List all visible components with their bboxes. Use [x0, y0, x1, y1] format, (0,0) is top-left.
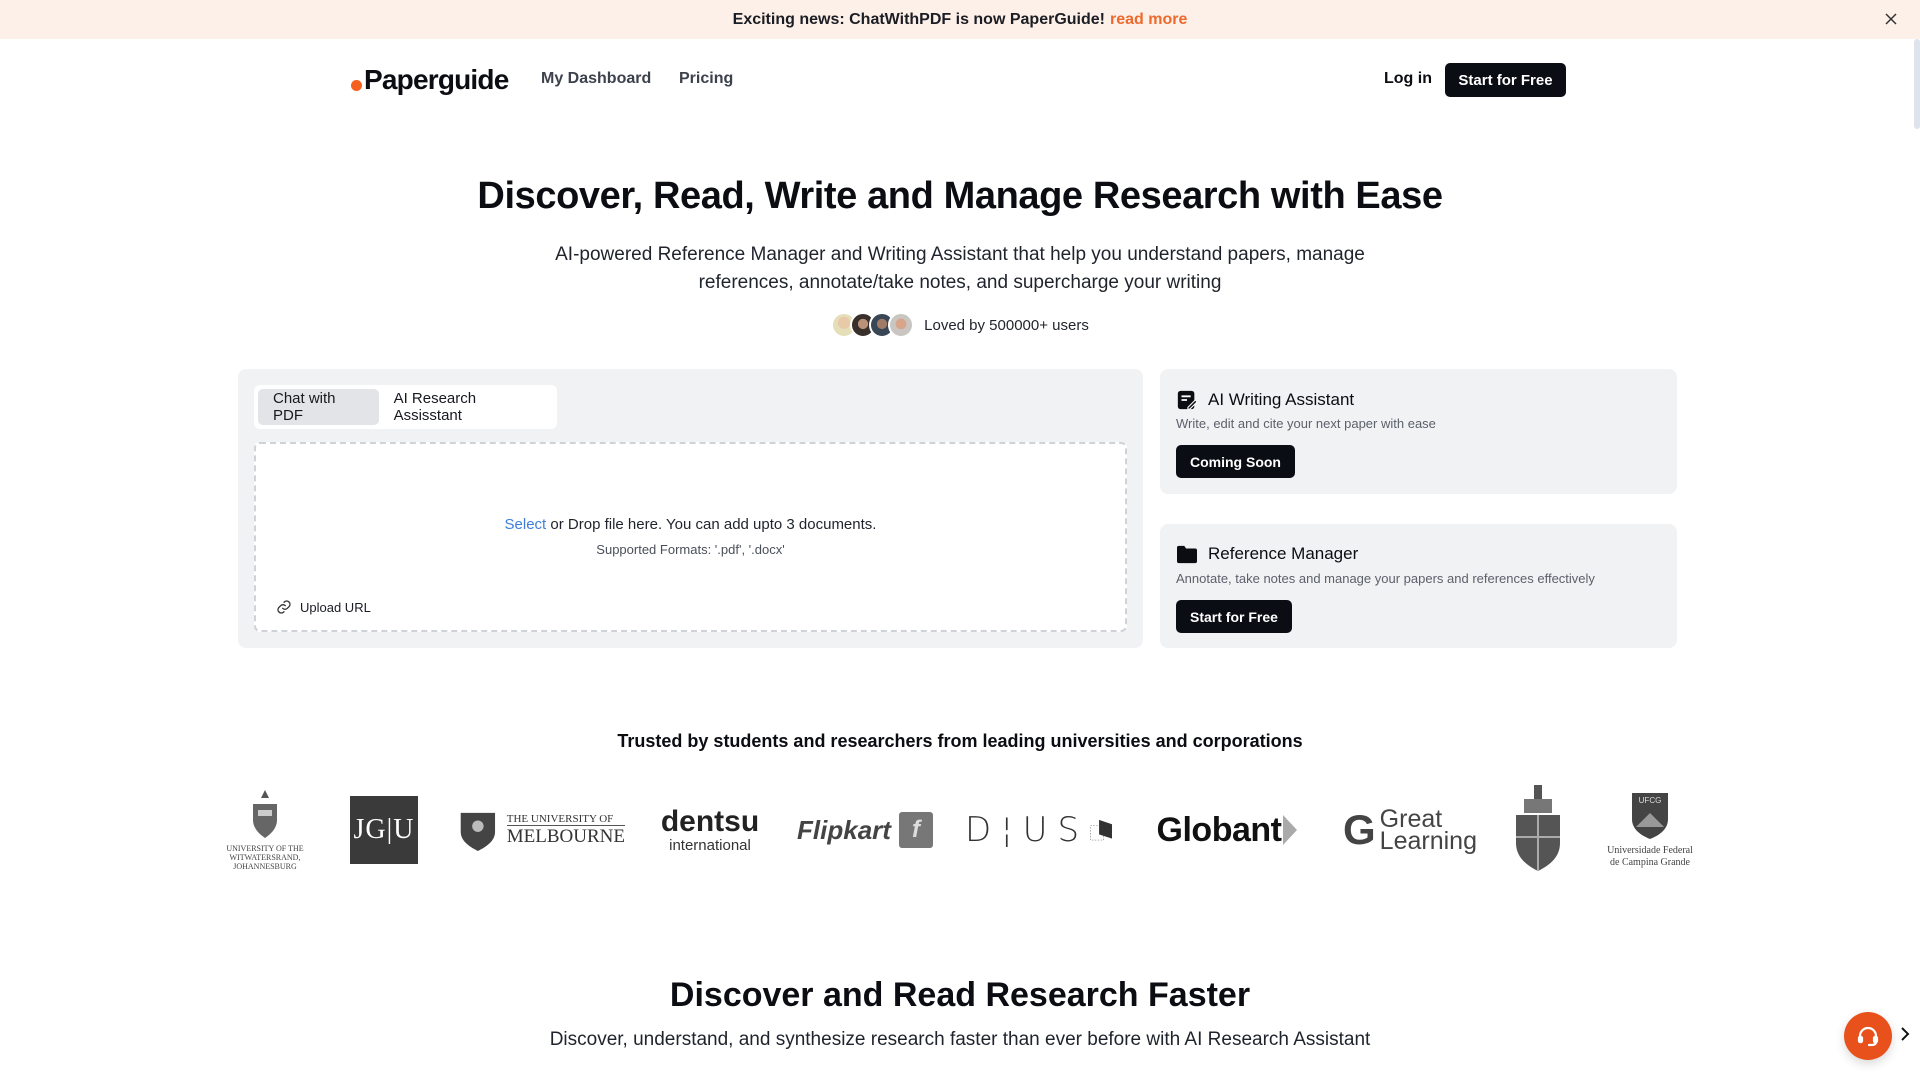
card-ai-writing-assistant: AI Writing Assistant Write, edit and cit… — [1160, 369, 1677, 494]
read-more-link[interactable]: read more — [1110, 11, 1187, 29]
svg-text:UFCG: UFCG — [1639, 796, 1662, 805]
folder-icon — [1177, 545, 1197, 564]
support-chat-button[interactable] — [1844, 1012, 1892, 1060]
card-title: Reference Manager — [1208, 544, 1359, 563]
upload-url-label: Upload URL — [300, 599, 371, 615]
hero-subtitle: AI-powered Reference Manager and Writing… — [555, 244, 1365, 293]
logo-wits: UNIVERSITY OF THE WITWATERSRAND, JOHANNESB… — [215, 780, 315, 880]
supported-formats: Supported Formats: '.pdf', '.docx' — [596, 542, 785, 557]
logo-jgu: JG|U — [350, 780, 418, 880]
logo-globant: Globant — [1148, 780, 1308, 880]
avatar-group — [831, 312, 915, 338]
logo-text: Paperguide — [364, 64, 509, 95]
select-file-link[interactable]: Select — [505, 516, 547, 533]
hero-title: Discover, Read, Write and Manage Researc… — [477, 175, 1443, 217]
banner-text: Exciting news: ChatWithPDF is now PaperG… — [732, 10, 1105, 28]
file-dropzone[interactable]: Select or Drop file here. You can add up… — [254, 442, 1127, 632]
headset-icon — [1857, 1026, 1879, 1047]
chevron-right-icon[interactable] — [1899, 1026, 1911, 1047]
card-header: AI Writing Assistant — [1176, 389, 1354, 411]
nav-my-dashboard[interactable]: My Dashboard — [541, 70, 651, 88]
coming-soon-button[interactable]: Coming Soon — [1176, 445, 1295, 478]
social-proof: Loved by 500000+ users — [0, 312, 1920, 338]
card-title: AI Writing Assistant — [1208, 390, 1355, 409]
card-description: Annotate, take notes and manage your pap… — [1176, 571, 1595, 586]
logo-dius: D¦US — [965, 780, 1115, 880]
social-proof-text: Loved by 500000+ users — [924, 316, 1089, 334]
card-header: Reference Manager — [1176, 544, 1358, 564]
tab-chat-with-pdf[interactable]: Chat with PDF — [258, 389, 379, 425]
nav-pricing[interactable]: Pricing — [679, 70, 733, 88]
announcement-banner: Exciting news: ChatWithPDF is now PaperG… — [0, 0, 1920, 39]
section-title: Discover and Read Research Faster — [669, 976, 1251, 1014]
link-icon — [277, 600, 291, 614]
logo-pretoria — [1508, 780, 1568, 880]
logo[interactable]: Paperguide — [351, 64, 509, 96]
upload-panel: Chat with PDF AI Research Assisstant Sel… — [238, 369, 1143, 648]
logo-dot-icon — [351, 79, 362, 91]
trusted-heading: Trusted by students and researchers from… — [617, 731, 1303, 751]
logo-dentsu: dentsu international — [660, 804, 760, 854]
upload-url-button[interactable]: Upload URL — [276, 599, 371, 615]
logo-great-learning: G Great Learning — [1343, 805, 1477, 855]
logo-flipkart: Flipkart f — [795, 780, 935, 880]
dropzone-instructions: Select or Drop file here. You can add up… — [256, 516, 1125, 533]
card-reference-manager: Reference Manager Annotate, take notes a… — [1160, 524, 1677, 648]
start-free-button[interactable]: Start for Free — [1445, 63, 1566, 97]
avatar — [888, 312, 915, 338]
login-link[interactable]: Log in — [1384, 70, 1432, 88]
card-description: Write, edit and cite your next paper wit… — [1176, 416, 1436, 431]
close-icon[interactable] — [1881, 9, 1901, 29]
logo-melbourne: THE UNIVERSITY OF MELBOURNE — [455, 780, 625, 880]
reference-start-free-button[interactable]: Start for Free — [1176, 600, 1292, 633]
mode-tabs: Chat with PDF AI Research Assisstant — [254, 385, 557, 429]
tab-ai-research-assistant[interactable]: AI Research Assisstant — [379, 389, 553, 425]
logo-strip: UNIVERSITY OF THE WITWATERSRAND, JOHANNESB… — [0, 780, 1920, 880]
logo-ufcg: UFCG Universidade Federal de Campina Gran… — [1605, 780, 1695, 880]
edit-note-icon — [1177, 390, 1198, 410]
drop-text: or Drop file here. You can add upto 3 do… — [546, 516, 877, 533]
section-subtitle: Discover, understand, and synthesize res… — [549, 1029, 1371, 1050]
top-nav: Paperguide My Dashboard Pricing Log in S… — [0, 60, 1920, 100]
